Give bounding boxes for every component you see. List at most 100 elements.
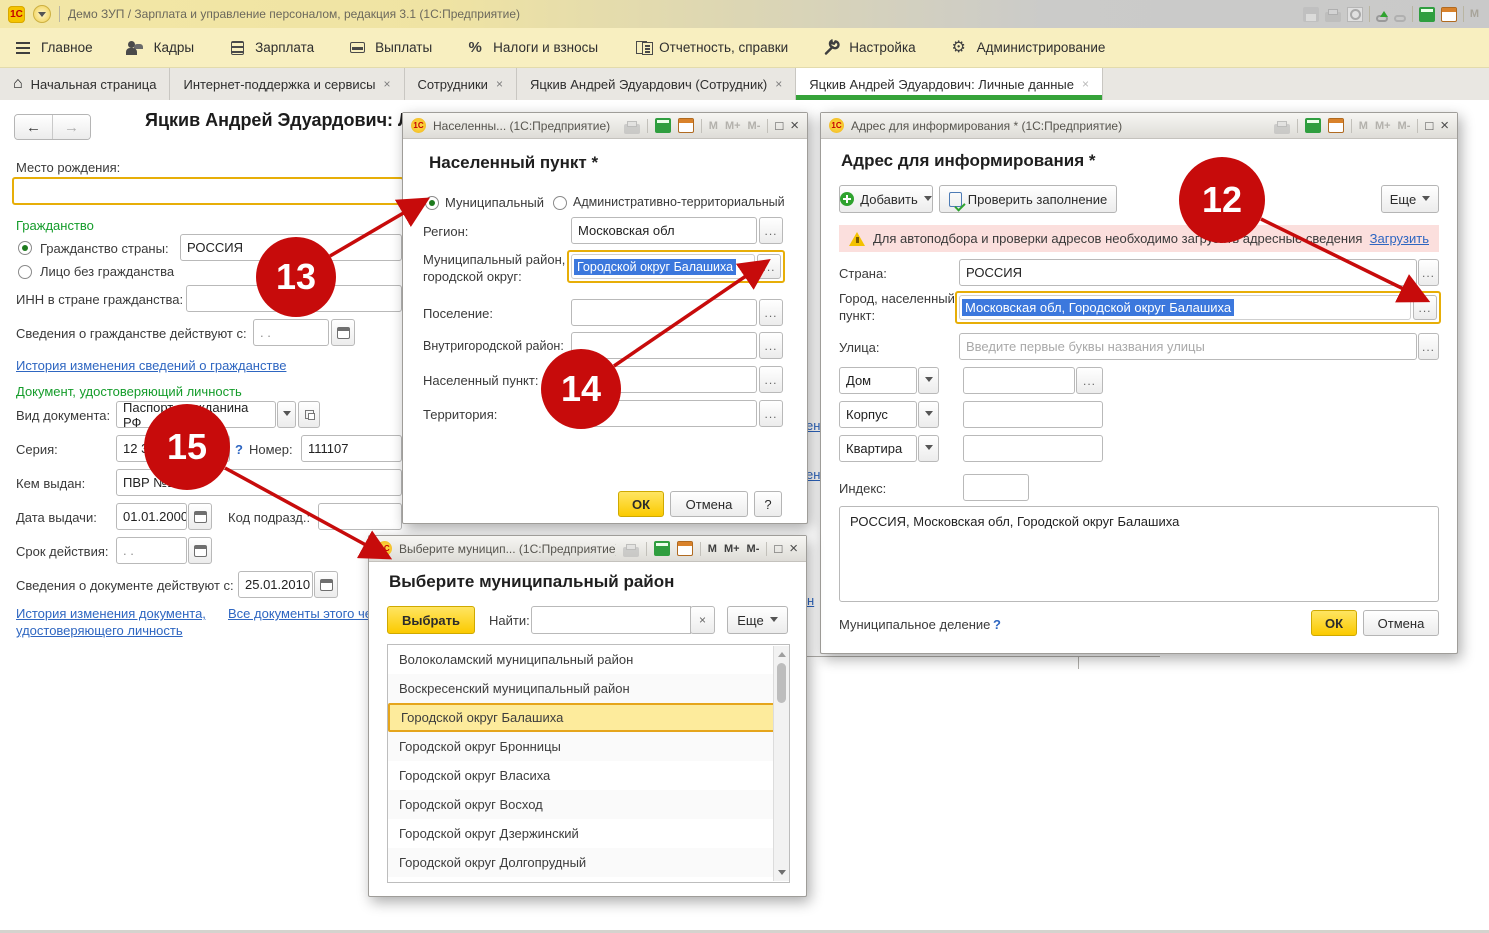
settlement-select-button[interactable]: ... [759, 299, 783, 326]
citizenship-history-link[interactable]: История изменения сведений о гражданстве [16, 358, 286, 373]
main-menu-button[interactable] [33, 5, 51, 23]
close-button[interactable]: × [789, 541, 798, 556]
doc-valid-calendar-button[interactable] [314, 571, 338, 598]
doc-type-dropdown-button[interactable] [277, 401, 296, 428]
m-plus-button[interactable]: М+ [725, 120, 741, 132]
country-select-button[interactable]: ... [1418, 259, 1439, 286]
forward-button[interactable]: → [53, 115, 90, 139]
ok-button[interactable]: ОК [1311, 610, 1357, 636]
calendar-icon[interactable] [678, 118, 694, 133]
corpus-type-select[interactable]: Корпус [839, 401, 917, 428]
number-input[interactable]: 111107 [301, 435, 402, 462]
scroll-down-icon[interactable] [778, 870, 786, 875]
calculator-icon[interactable] [655, 118, 671, 133]
settlement-input[interactable] [571, 299, 757, 326]
tab-internet-support[interactable]: Интернет-поддержка и сервисы × [170, 68, 404, 100]
menu-item-reports[interactable]: Отчетность, справки [632, 39, 788, 57]
m-minus-button[interactable]: М- [747, 543, 760, 555]
stateless-radio[interactable] [18, 265, 32, 279]
back-button[interactable]: ← [15, 115, 53, 139]
add-button[interactable]: Добавить [839, 185, 933, 213]
issue-date-input[interactable]: 01.01.2000 [116, 503, 187, 530]
doc-type-open-button[interactable] [298, 401, 320, 428]
list-item[interactable]: Городской округ Долгопрудный [388, 848, 789, 877]
more-button[interactable]: Еще [1381, 185, 1439, 213]
cancel-button[interactable]: Отмена [670, 491, 748, 517]
select-button[interactable]: Выбрать [387, 606, 475, 634]
citizenship-country-radio[interactable] [18, 241, 32, 255]
calendar-icon[interactable] [1441, 7, 1457, 22]
locality-select-button[interactable]: ... [759, 366, 783, 393]
scroll-up-icon[interactable] [778, 652, 786, 657]
ok-button[interactable]: ОК [618, 491, 664, 517]
get-link-icon[interactable] [1376, 15, 1388, 22]
menu-item-salary[interactable]: Зарплата [228, 39, 314, 57]
m-plus-button[interactable]: М+ [1375, 120, 1391, 132]
series-help-button[interactable]: ? [235, 442, 243, 457]
tab-home[interactable]: ⌂ Начальная страница [0, 68, 170, 100]
tab-employee-card[interactable]: Яцкив Андрей Эдуардович (Сотрудник) × [517, 68, 796, 100]
verify-fill-button[interactable]: Проверить заполнение [939, 185, 1117, 213]
list-item[interactable]: Городской округ Дзержинский [388, 819, 789, 848]
apartment-type-caret-button[interactable] [918, 435, 939, 462]
close-icon[interactable]: × [775, 77, 782, 91]
address-textarea[interactable]: РОССИЯ, Московская обл, Городской округ … [839, 506, 1439, 602]
list-scrollbar[interactable] [773, 646, 789, 881]
calculator-icon[interactable] [654, 541, 670, 556]
all-docs-link[interactable]: Все документы этого чел [228, 606, 379, 621]
list-item[interactable]: Городской округ Восход [388, 790, 789, 819]
m-minus-button[interactable]: М- [1398, 120, 1411, 132]
calendar-icon[interactable] [677, 541, 693, 556]
region-input[interactable]: Московская обл [571, 217, 757, 244]
municipal-division-help[interactable]: ? [993, 617, 1001, 632]
help-button[interactable]: ? [754, 491, 782, 517]
menu-item-administration[interactable]: ⚙ Администрирование [950, 39, 1106, 57]
admin-territorial-radio[interactable] [553, 196, 567, 210]
city-input[interactable]: Московская обл, Городской округ Балашиха [959, 295, 1411, 320]
print-preview-icon[interactable] [1347, 7, 1363, 22]
house-select-button[interactable]: ... [1076, 367, 1103, 394]
find-clear-button[interactable]: × [690, 606, 715, 634]
territory-select-button[interactable]: ... [759, 400, 783, 427]
apartment-input[interactable] [963, 435, 1103, 462]
street-select-button[interactable]: ... [1418, 333, 1439, 360]
m-plus-button[interactable]: М+ [724, 543, 740, 555]
house-type-select[interactable]: Дом [839, 367, 917, 394]
calendar-icon[interactable] [1328, 118, 1344, 133]
print-icon[interactable] [1274, 124, 1290, 134]
maximize-button[interactable]: □ [775, 119, 783, 132]
all-docs-link-2[interactable]: удостоверяющего личность [16, 623, 183, 638]
address-dialog-titlebar[interactable]: 1С Адрес для информирования * (1С:Предпр… [821, 113, 1457, 139]
calculator-icon[interactable] [1305, 118, 1321, 133]
birth-place-input[interactable] [12, 177, 404, 205]
menu-item-staff[interactable]: Кадры [127, 39, 194, 57]
list-item[interactable]: Городской округ Бронницы [388, 732, 789, 761]
dept-code-input[interactable] [318, 503, 402, 530]
list-item-selected[interactable]: Городской округ Балашиха [388, 703, 789, 732]
menu-item-settings[interactable]: Настройка [822, 39, 915, 57]
save-icon[interactable] [1303, 7, 1319, 22]
calculator-icon[interactable] [1419, 7, 1435, 22]
district-input[interactable]: Городской округ Балашиха [571, 254, 755, 279]
district-select-button[interactable]: ... [757, 254, 781, 279]
corpus-type-caret-button[interactable] [918, 401, 939, 428]
citizenship-valid-calendar-button[interactable] [331, 319, 355, 346]
close-icon[interactable]: × [1082, 77, 1089, 91]
validity-calendar-button[interactable] [188, 537, 212, 564]
street-input[interactable]: Введите первые буквы названия улицы [959, 333, 1417, 360]
citizenship-valid-date-input[interactable]: . . [253, 319, 329, 346]
m-button[interactable]: М [1359, 120, 1368, 132]
apartment-type-select[interactable]: Квартира [839, 435, 917, 462]
index-input[interactable] [963, 474, 1029, 501]
cancel-button[interactable]: Отмена [1363, 610, 1439, 636]
city-select-button[interactable]: ... [1413, 295, 1437, 320]
house-input[interactable] [963, 367, 1075, 394]
tab-employees[interactable]: Сотрудники × [405, 68, 517, 100]
menu-item-payments[interactable]: Выплаты [348, 39, 432, 57]
go-link-icon[interactable] [1394, 15, 1406, 22]
settlement-dialog-titlebar[interactable]: 1С Населенны... (1С:Предприятие) М М+ М-… [403, 113, 807, 139]
print-icon[interactable] [624, 124, 640, 134]
country-input[interactable]: РОССИЯ [959, 259, 1417, 286]
doc-history-link[interactable]: История изменения документа, [16, 606, 206, 621]
menu-item-main[interactable]: Главное [14, 39, 93, 57]
